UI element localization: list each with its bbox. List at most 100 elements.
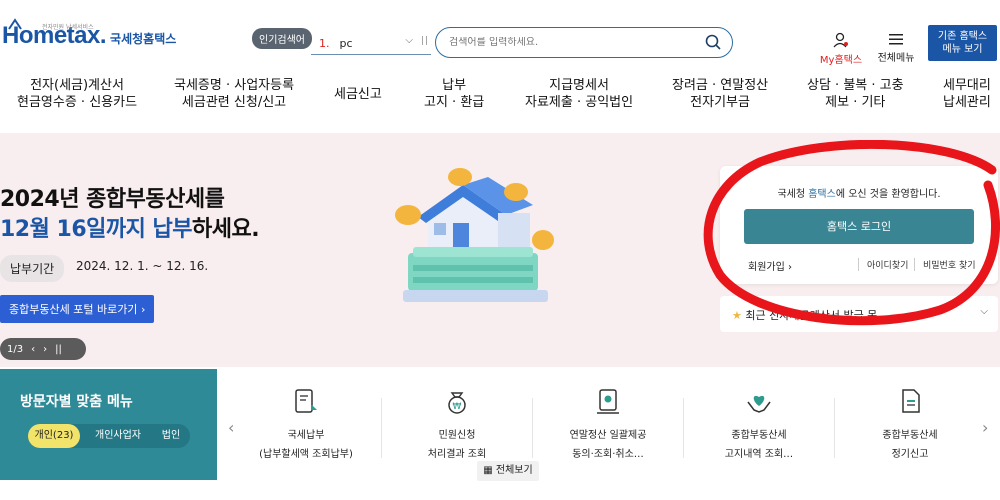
quick-menu-item[interactable]: 종합부동산세 정기신고 (835, 388, 985, 460)
search-input[interactable] (449, 37, 689, 48)
heart-hands-icon (747, 395, 771, 413)
nav-label: 납부 (442, 78, 467, 93)
visitor-tabs: 개인(23) 개인사업자 법인 (28, 424, 190, 448)
nav-label: 납세관리 (943, 95, 991, 110)
popular-term[interactable]: pc (340, 37, 353, 50)
portal-button-label: 종합부동산세 포털 바로가기 (9, 303, 138, 316)
nav-label: 세금관련 신청/신고 (181, 95, 287, 110)
nav-tax-report[interactable]: 세금신고 (334, 86, 382, 103)
logo-tagline: 전자민원 납세서비스 (42, 24, 94, 31)
quick-menu-sublabel: 고지내역 조회… (724, 449, 794, 460)
quick-menu-item[interactable]: 국세납부 (납부할세액 조회납부) (231, 388, 381, 460)
nav-label: 전자기부금 (690, 95, 750, 110)
nav-label: 장려금 · 연말정산 (672, 78, 769, 93)
search-bar[interactable] (435, 27, 733, 58)
quick-menu-label: 국세납부 (287, 430, 325, 441)
welcome-message: 국세청 홈택스에 오신 것을 환영합니다. (720, 185, 998, 200)
pause-icon[interactable]: | | (421, 36, 428, 46)
recent-menu-label: 최근 전자세금계산서 발급 목... (745, 309, 888, 322)
period-label: 납부기간 (0, 255, 65, 282)
recent-menu-text: ★ 최근 전자세금계산서 발급 목... (732, 307, 972, 323)
quick-menu-sublabel: (납부할세액 조회납부) (259, 449, 353, 460)
classic-menu-line2: 메뉴 보기 (942, 44, 983, 55)
quick-menu-item[interactable]: ₩ 민원신청 처리결과 조회 (382, 388, 532, 460)
nav-label: 상담 · 불복 · 고충 (807, 78, 904, 93)
quick-menu-item[interactable]: 연말정산 일괄제공 동의·조회·취소… (533, 388, 683, 460)
tab-corporation[interactable]: 법인 (154, 424, 188, 448)
search-icon[interactable] (705, 34, 721, 50)
signup-label: 회원가입 (748, 262, 785, 273)
welcome-highlight: 홈택스 (808, 189, 836, 200)
prev-slide-icon[interactable]: ‹ (31, 344, 35, 355)
nav-label: 제보 · 기타 (825, 95, 886, 110)
hamburger-icon (889, 34, 903, 45)
nav-payment[interactable]: 납부고지 · 환급 (424, 77, 484, 111)
hero-title-highlight: 12월 16일까지 납부 (0, 217, 193, 242)
recent-menu-dropdown[interactable]: ★ 최근 전자세금계산서 발급 목... ⌵ (720, 296, 998, 332)
house-illustration (395, 168, 554, 302)
hero-title-line2: 12월 16일까지 납부하세요. (0, 211, 260, 243)
visitor-menu-panel: 방문자별 맞춤 메뉴 개인(23) 개인사업자 법인 (0, 369, 217, 480)
user-icon (833, 32, 848, 48)
view-all-button[interactable]: ▦ 전체보기 (477, 461, 539, 481)
quick-menu-label: 민원신청 (438, 430, 476, 441)
tab-sole-proprietor[interactable]: 개인사업자 (86, 424, 150, 448)
next-slide-icon[interactable]: › (43, 344, 47, 355)
certificate-icon (597, 389, 619, 414)
quick-menu-label: 연말정산 일괄제공 (569, 430, 647, 441)
signup-link[interactable]: 회원가입 › (748, 258, 792, 273)
quick-menu-sublabel: 동의·조회·취소… (572, 449, 644, 460)
portal-shortcut-button[interactable]: 종합부동산세 포털 바로가기 › (0, 295, 155, 323)
all-menu-label: 전체메뉴 (877, 53, 915, 64)
nav-consult[interactable]: 상담 · 불복 · 고충제보 · 기타 (807, 77, 904, 111)
quick-menu-sublabel: 처리결과 조회 (427, 449, 487, 460)
login-panel: 국세청 홈택스에 오신 것을 환영합니다. 홈택스 로그인 회원가입 › 아이디… (720, 166, 998, 284)
hero-title-rest: 하세요. (192, 217, 260, 242)
login-button[interactable]: 홈택스 로그인 (744, 209, 974, 244)
pause-icon[interactable]: || (55, 344, 62, 355)
my-hometax-button[interactable]: My홈택스 (818, 32, 864, 66)
nav-label: 자료제출 · 공익법인 (525, 95, 634, 110)
tax-payment-icon (295, 389, 317, 413)
find-password-link[interactable]: 비밀번호 찾기 (914, 258, 982, 271)
nav-label: 세금신고 (334, 87, 382, 102)
nav-payment-statement[interactable]: 지급명세서자료제출 · 공익법인 (525, 77, 633, 111)
classic-menu-button[interactable]: 기존 홈택스 메뉴 보기 (928, 25, 997, 61)
all-menu-button[interactable]: 전체메뉴 (876, 32, 916, 64)
nav-label: 지급명세서 (549, 78, 609, 93)
view-all-label: 전체보기 (495, 465, 533, 476)
quick-menu-label: 종합부동산세 (882, 430, 938, 441)
popular-search-ticker[interactable]: 1. pc ⌵ | | (311, 33, 431, 55)
find-id-link[interactable]: 아이디찾기 (858, 258, 908, 271)
hero-title-line1: 2024년 종합부동산세를 (0, 187, 225, 212)
my-hometax-label: My홈택스 (819, 55, 863, 66)
nav-label: 국세증명 · 사업자등록 (174, 78, 295, 93)
nav-label: 고지 · 환급 (424, 95, 485, 110)
tab-individual[interactable]: 개인(23) (28, 424, 80, 448)
nav-tax-agent[interactable]: 세무대리 납세관리 (943, 77, 991, 111)
house-roof-icon (8, 18, 22, 30)
nav-e-invoice[interactable]: 전자(세금)계산서 현금영수증 · 신용카드 (17, 77, 137, 111)
money-bag-icon: ₩ (448, 392, 466, 414)
logo-subtitle: 국세청홈택스 (110, 32, 177, 46)
quick-menu-label: 종합부동산세 (731, 430, 787, 441)
chevron-right-icon: › (140, 303, 146, 316)
grid-icon: ▦ (483, 465, 493, 476)
main-navigation: 전자(세금)계산서 현금영수증 · 신용카드 국세증명 · 사업자등록세금관련 신… (0, 77, 1000, 117)
classic-menu-line1: 기존 홈택스 (937, 31, 988, 42)
nav-certificate[interactable]: 국세증명 · 사업자등록세금관련 신청/신고 (174, 77, 294, 111)
hometax-logo[interactable]: 전자민원 납세서비스 Hometax. 국세청홈택스 (2, 18, 177, 48)
site-header: 전자민원 납세서비스 Hometax. 국세청홈택스 인기검색어 1. pc ⌵… (0, 0, 1000, 133)
chevron-down-icon[interactable]: ⌵ (980, 306, 988, 317)
chevron-right-icon: › (788, 262, 792, 273)
popular-rank: 1. (319, 37, 330, 50)
visitor-menu-title: 방문자별 맞춤 메뉴 (20, 394, 133, 410)
svg-text:₩: ₩ (453, 402, 462, 412)
chevron-down-icon[interactable]: ⌵ (405, 35, 413, 46)
star-icon: ★ (732, 309, 742, 322)
quick-menu-item[interactable]: 종합부동산세 고지내역 조회… (684, 388, 834, 460)
quick-menu-sublabel: 정기신고 (891, 449, 929, 460)
slide-counter: 1/3 (7, 343, 24, 355)
period-value: 2024. 12. 1. ~ 12. 16. (76, 259, 209, 273)
nav-incentive[interactable]: 장려금 · 연말정산전자기부금 (672, 77, 768, 111)
